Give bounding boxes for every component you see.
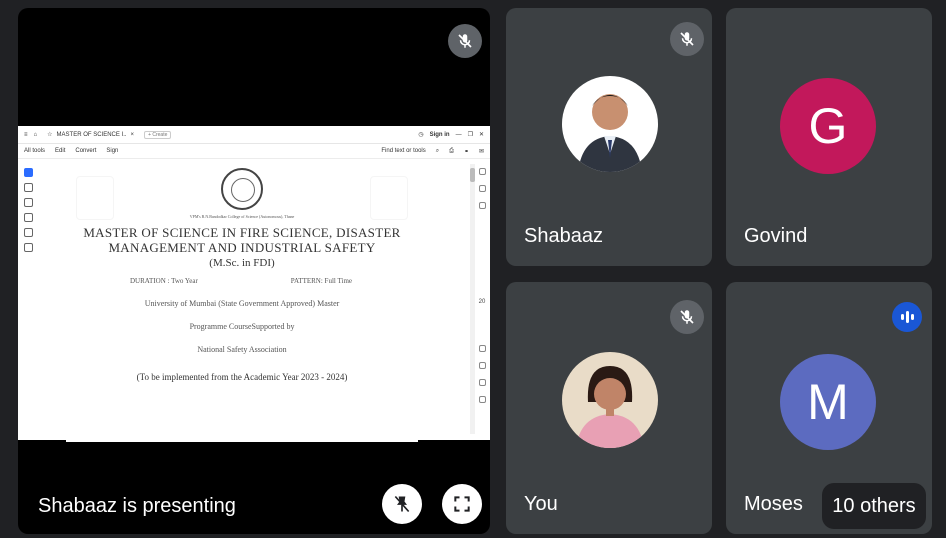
audio-bar <box>905 311 909 323</box>
shared-screen: ≡ ⌂ ☆ MASTER OF SCIENCE I.. × + Create ◷… <box>18 126 490 442</box>
speaking-indicator <box>892 302 922 332</box>
avatar-initial: M <box>807 374 849 430</box>
menu-all-tools[interactable]: All tools <box>24 148 45 154</box>
scroll-thumb[interactable] <box>470 168 475 182</box>
organize-icon[interactable] <box>478 202 486 209</box>
menu-sign[interactable]: Sign <box>106 148 118 154</box>
participant-tile-shabaaz[interactable]: Shabaaz <box>506 8 712 266</box>
document-subtitle: (M.Sc. in FDI) <box>209 257 275 269</box>
avatar-shabaaz <box>562 76 658 172</box>
audio-bar <box>910 314 914 320</box>
menu-icon[interactable]: ≡ <box>24 132 28 138</box>
browser-tab[interactable]: ☆ MASTER OF SCIENCE I.. × <box>43 130 138 139</box>
pdf-toolbar: All tools Edit Convert Sign Find text or… <box>18 144 490 159</box>
lasso-tool-icon[interactable] <box>23 213 33 222</box>
doc-line-1: University of Mumbai (State Government A… <box>144 299 340 308</box>
you-muted-badge <box>670 300 704 334</box>
tab-close-icon[interactable]: × <box>131 132 135 138</box>
watermark-left <box>76 176 114 220</box>
stamp-tool-icon[interactable] <box>23 243 33 252</box>
export-icon[interactable] <box>478 185 486 192</box>
unpin-button[interactable] <box>382 484 422 524</box>
pdf-page: VPM's B.N.Bandodkar College of Science (… <box>66 162 418 442</box>
tab-title: MASTER OF SCIENCE I.. <box>56 131 127 138</box>
doc-line-2: Programme CourseSupported by <box>189 322 295 331</box>
shabaaz-muted-badge <box>670 22 704 56</box>
participant-name: Shabaaz <box>524 225 603 247</box>
find-tools[interactable]: Find text or tools <box>381 148 425 154</box>
text-tool-icon[interactable] <box>23 228 33 237</box>
presentation-tile[interactable]: ≡ ⌂ ☆ MASTER OF SCIENCE I.. × + Create ◷… <box>18 8 490 534</box>
print-icon[interactable]: ⎙ <box>449 148 454 155</box>
audio-bar <box>900 314 904 320</box>
fullscreen-icon <box>454 496 470 512</box>
sign-in-link[interactable]: Sign in <box>430 132 450 138</box>
institution-name: VPM's B.N.Bandodkar College of Science (… <box>189 214 295 219</box>
presenter-muted-badge <box>448 24 482 58</box>
link-icon[interactable]: ⚭ <box>464 148 469 155</box>
avatar-govind: G <box>780 78 876 174</box>
restore-icon[interactable]: ❐ <box>468 131 473 138</box>
others-button[interactable]: 10 others <box>822 483 926 529</box>
document-title: MASTER OF SCIENCE IN FIRE SCIENCE, DISAS… <box>83 225 401 255</box>
zoom-in-icon[interactable] <box>478 379 486 386</box>
close-window-icon[interactable]: ✕ <box>479 131 484 138</box>
home-icon[interactable]: ⌂ <box>34 132 38 138</box>
participant-name: Moses <box>744 493 803 515</box>
college-seal <box>221 168 263 210</box>
refresh-icon[interactable] <box>478 345 486 352</box>
menu-edit[interactable]: Edit <box>55 148 65 154</box>
star-icon: ☆ <box>47 132 53 138</box>
pin-off-icon <box>394 495 410 513</box>
mic-off-icon <box>680 32 694 46</box>
zoom-out-icon[interactable] <box>478 396 486 403</box>
mail-icon[interactable]: ✉ <box>479 148 484 155</box>
document-meta: DURATION : Two Year PATTERN: Full Time <box>66 277 418 285</box>
avatar-initial: G <box>808 98 848 154</box>
comments-icon[interactable] <box>478 168 486 175</box>
select-tool-icon[interactable] <box>23 168 33 177</box>
menu-convert[interactable]: Convert <box>75 148 96 154</box>
presenting-label: Shabaaz is presenting <box>38 495 236 517</box>
clock-icon[interactable]: ◷ <box>418 131 423 138</box>
page-number: 20 <box>478 299 486 305</box>
doc-line-3: National Safety Association <box>197 345 287 354</box>
participant-name: Govind <box>744 225 808 247</box>
search-icon[interactable]: ⌕ <box>436 148 439 155</box>
mic-off-icon <box>680 310 694 324</box>
duration: DURATION : Two Year <box>130 277 198 285</box>
save-icon[interactable] <box>478 362 486 369</box>
participant-tile-govind[interactable]: G Govind <box>726 8 932 266</box>
pen-tool-icon[interactable] <box>23 198 33 207</box>
meeting-stage: ≡ ⌂ ☆ MASTER OF SCIENCE I.. × + Create ◷… <box>0 0 946 538</box>
participant-name: You <box>524 493 558 515</box>
browser-tabbar: ≡ ⌂ ☆ MASTER OF SCIENCE I.. × + Create ◷… <box>18 126 490 144</box>
pdf-side-rail: 20 <box>476 164 488 434</box>
watermark-right <box>370 176 408 220</box>
mic-off-icon <box>458 34 472 48</box>
fullscreen-button[interactable] <box>442 484 482 524</box>
pattern: PATTERN: Full Time <box>290 277 352 285</box>
new-tab-button[interactable]: + Create <box>144 130 172 139</box>
comment-tool-icon[interactable] <box>23 183 33 192</box>
doc-line-4: (To be implemented from the Academic Yea… <box>136 372 348 382</box>
participant-tile-you[interactable]: You <box>506 282 712 534</box>
avatar-moses: M <box>780 354 876 450</box>
avatar-you <box>562 352 658 448</box>
pdf-scrollbar[interactable] <box>470 164 475 434</box>
minimize-icon[interactable]: — <box>456 132 462 138</box>
pdf-tool-rail <box>20 164 36 284</box>
